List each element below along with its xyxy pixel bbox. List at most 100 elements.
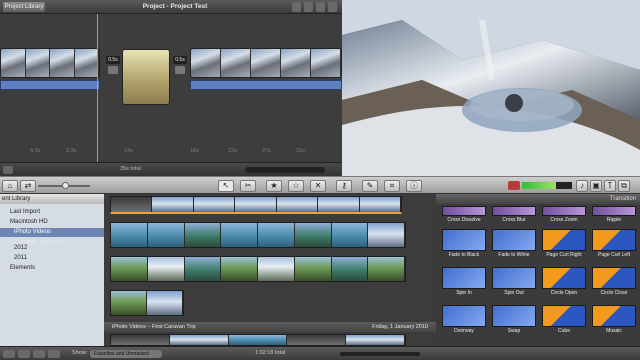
inspector-button[interactable]: ⓘ <box>406 180 422 192</box>
favorite-button[interactable]: ★ <box>266 180 282 192</box>
event-clip-row[interactable] <box>110 256 406 282</box>
playhead[interactable] <box>97 14 98 164</box>
event-zoom-slider[interactable] <box>340 352 420 356</box>
project-timeline[interactable]: 0.5s 0.5s 4.3s 8.3s 14s 18s 22s 27s 31s <box>0 14 342 162</box>
transition-cube[interactable]: Cube <box>542 305 586 334</box>
music-icon: ♪ <box>580 181 584 190</box>
audio-meter <box>522 182 572 189</box>
transition-doorway[interactable]: Doorway <box>442 305 486 334</box>
camera-import-button[interactable]: ⌂ <box>2 180 18 192</box>
event-clip-row[interactable] <box>110 196 402 214</box>
keyword-icon: ⚷ <box>341 181 347 190</box>
play-selection-button[interactable] <box>33 350 45 358</box>
transition-fade-to-black[interactable]: Fade to Black <box>442 229 486 258</box>
event-clip-row[interactable] <box>110 222 406 248</box>
transition-thumb <box>542 206 586 216</box>
transition-label: Spin Out <box>504 290 524 296</box>
library-item-2011[interactable]: 2011 <box>0 254 104 263</box>
transition-cross-zoom[interactable]: Cross Zoom <box>542 206 586 223</box>
transition-circle-close[interactable]: Circle Close <box>592 267 636 296</box>
transition-label: Ripple <box>606 217 622 223</box>
transition-icon[interactable] <box>108 66 118 74</box>
transition-page-curl-left[interactable]: Page Curl Left <box>592 229 636 258</box>
skimming-button[interactable] <box>48 350 60 358</box>
title-icon: T <box>607 181 613 190</box>
transition-spin-in[interactable]: Spin In <box>442 267 486 296</box>
transition-browser-button[interactable]: ⧉ <box>618 180 630 192</box>
info-icon: ⓘ <box>410 181 418 190</box>
clip-strip-2[interactable] <box>190 48 342 78</box>
add-to-project-button[interactable]: ✂ <box>240 180 256 192</box>
dropper-button[interactable]: ✎ <box>362 180 378 192</box>
transition-thumb <box>592 267 636 289</box>
transition-label: Cross Blur <box>502 217 526 223</box>
fullscreen-icon[interactable] <box>328 2 337 12</box>
project-view-buttons <box>292 2 340 12</box>
music-browser-button[interactable]: ♪ <box>576 180 588 192</box>
ruler-label: 8.3s <box>66 148 77 154</box>
play-full-button[interactable] <box>3 350 15 358</box>
event-section-header: iPhoto Videos – First Caravan Trip Frida… <box>104 322 436 332</box>
preview-viewer[interactable] <box>342 0 640 176</box>
project-audio-toggle[interactable] <box>3 166 13 174</box>
transition-label: Cube <box>558 328 570 334</box>
transition-swap[interactable]: Swap <box>492 305 536 334</box>
crop-button[interactable]: ⌗ <box>384 180 400 192</box>
photo-browser-button[interactable]: ▣ <box>590 180 602 192</box>
ruler-label: 14s <box>124 148 133 154</box>
transition-label: Mosaic <box>606 328 622 334</box>
transition-ripple[interactable]: Ripple <box>592 206 636 223</box>
select-tool-button[interactable]: ↖ <box>218 180 234 192</box>
event-browser[interactable]: iPhoto Videos – First Caravan Trip Frida… <box>104 194 436 346</box>
transition-page-curl-right[interactable]: Page Curl Right <box>542 229 586 258</box>
play-button[interactable] <box>18 350 30 358</box>
ruler-label: 31s <box>296 148 305 154</box>
transition-thumb <box>592 206 636 216</box>
transition-cross-blur[interactable]: Cross Blur <box>492 206 536 223</box>
transition-thumb <box>542 305 586 327</box>
swap-events-button[interactable]: ⇄ <box>20 180 36 192</box>
expand-icon[interactable] <box>316 2 325 12</box>
project-zoom-slider[interactable] <box>245 167 325 173</box>
star-icon: ★ <box>270 181 278 190</box>
voiceover-button[interactable] <box>508 181 520 190</box>
clip-sunset[interactable] <box>122 49 170 105</box>
reject-button[interactable]: ✕ <box>310 180 326 192</box>
transition-mosaic[interactable]: Mosaic <box>592 305 636 334</box>
library-item-last-import[interactable]: Last Import <box>0 208 104 217</box>
event-clip-row[interactable] <box>110 290 184 316</box>
event-duration: 1:02:18 total <box>255 350 286 356</box>
library-item-2012[interactable]: 2012 <box>0 244 104 253</box>
event-clip-row[interactable] <box>110 334 406 346</box>
transition-circle-open[interactable]: Circle Open <box>542 267 586 296</box>
transition-thumb <box>592 305 636 327</box>
list-view-icon[interactable] <box>304 2 313 12</box>
event-library-header: ent Library <box>0 194 104 204</box>
library-item-macintosh-hd[interactable]: Macintosh HD <box>0 218 104 227</box>
transition-thumb <box>442 229 486 251</box>
title-browser-button[interactable]: T <box>604 180 616 192</box>
project-footer: 35s total <box>0 162 342 176</box>
library-item-iphoto-videos[interactable]: iPhoto Videos <box>0 228 104 237</box>
transition-icon: ⧉ <box>621 181 627 190</box>
pick-icon: ✎ <box>366 181 374 190</box>
clip-audio-1 <box>0 80 100 90</box>
clip-strip-1[interactable] <box>0 48 100 78</box>
show-filter-label: Show: <box>72 350 88 356</box>
transition-cross-dissolve[interactable]: Cross Dissolve <box>442 206 486 223</box>
grid-view-icon[interactable] <box>292 2 301 12</box>
transition-label: Page Curl Left <box>598 252 630 258</box>
transition-spin-out[interactable]: Spin Out <box>492 267 536 296</box>
add-clip-icon: ✂ <box>244 181 252 190</box>
transition-icon[interactable] <box>175 66 185 74</box>
transition-fade-to-white[interactable]: Fade to White <box>492 229 536 258</box>
library-item-elements[interactable]: Elements <box>0 264 104 273</box>
unmark-button[interactable]: ☆ <box>288 180 304 192</box>
photo-icon: ▣ <box>592 181 600 190</box>
viewer-frame-image <box>342 0 640 176</box>
project-library-button[interactable]: Project Library <box>3 2 45 12</box>
event-section-date: Friday, 1 January 2010 <box>372 324 428 330</box>
show-filter-select[interactable]: Favorites and Unmarked <box>90 350 162 358</box>
keyword-button[interactable]: ⚷ <box>336 180 352 192</box>
slider-knob[interactable] <box>62 182 69 189</box>
